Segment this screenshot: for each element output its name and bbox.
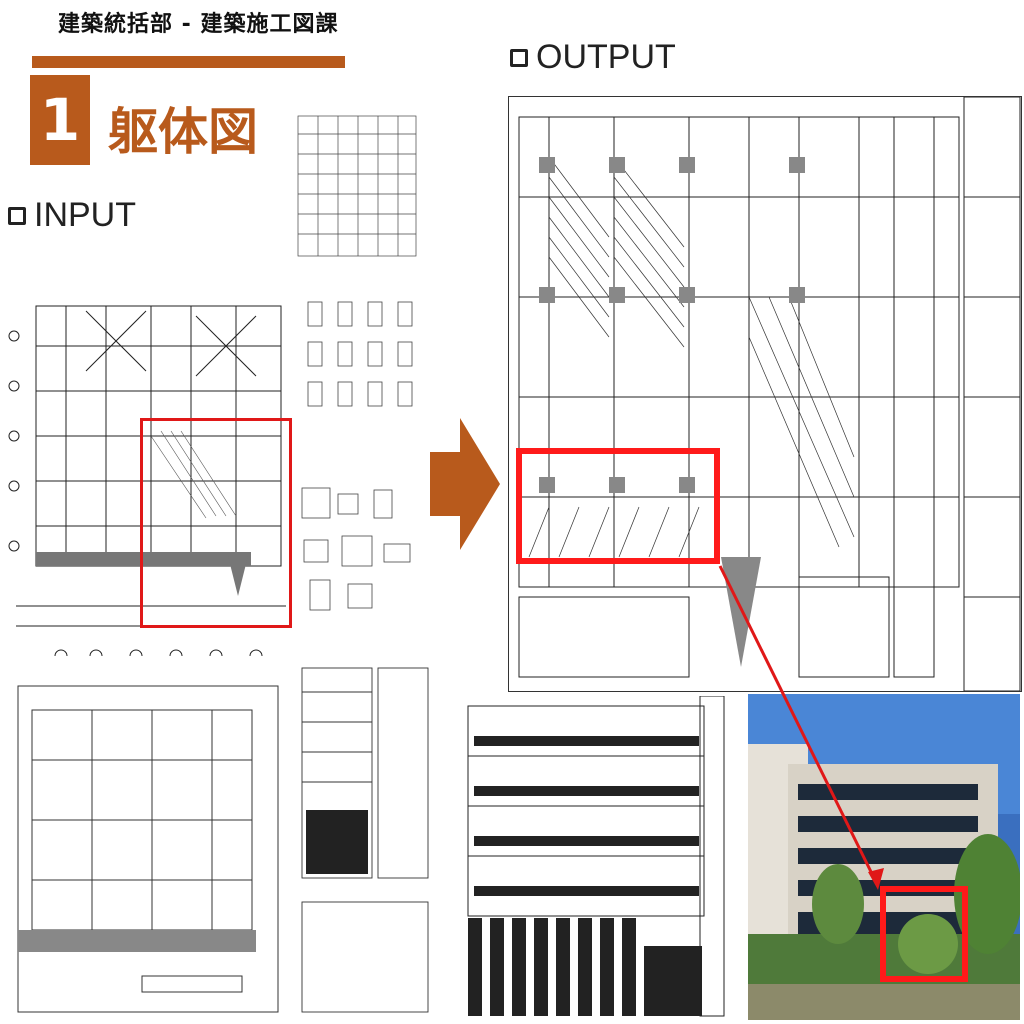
connector-line: [718, 565, 884, 890]
